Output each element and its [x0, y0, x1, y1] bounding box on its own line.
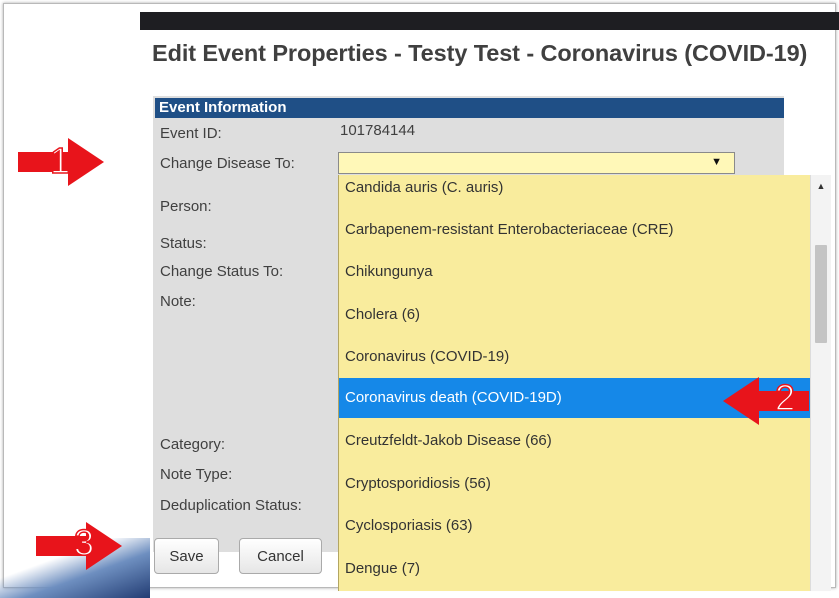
step-2-number: 2: [774, 376, 796, 419]
dropdown-option[interactable]: Cholera (6): [339, 298, 811, 332]
cancel-button[interactable]: Cancel: [239, 538, 322, 574]
event-id-label: Event ID:: [160, 125, 222, 142]
arrow-left-icon: [723, 377, 809, 425]
dropdown-scrollbar[interactable]: ▲: [810, 175, 831, 591]
person-label: Person:: [160, 198, 212, 215]
scroll-thumb[interactable]: [815, 245, 827, 343]
dropdown-option[interactable]: Creutzfeldt-Jakob Disease (66): [339, 424, 811, 458]
dropdown-option[interactable]: Cyclosporiasis (63): [339, 509, 811, 543]
event-id-value: 101784144: [340, 122, 416, 139]
change-disease-select[interactable]: ▼: [338, 152, 735, 174]
change-status-label: Change Status To:: [160, 263, 284, 280]
dropdown-option[interactable]: Dengue (7): [339, 552, 811, 586]
dropdown-option[interactable]: Cryptosporidiosis (56): [339, 467, 811, 501]
step-1-number: 1: [49, 139, 71, 182]
change-disease-label: Change Disease To:: [160, 155, 295, 172]
category-label: Category:: [160, 436, 226, 453]
dedup-status-label: Deduplication Status:: [160, 497, 302, 514]
note-type-label: Note Type:: [160, 466, 233, 483]
chevron-down-icon: ▼: [711, 156, 722, 168]
dropdown-option[interactable]: Chikungunya: [339, 255, 811, 289]
page-title: Edit Event Properties - Testy Test - Cor…: [152, 40, 808, 66]
status-label: Status:: [160, 235, 207, 252]
section-header: Event Information: [155, 98, 784, 118]
dropdown-option[interactable]: Carbapenem-resistant Enterobacteriaceae …: [339, 213, 811, 247]
top-bar: [140, 12, 839, 30]
note-label: Note:: [160, 293, 196, 310]
step-3-number: 3: [73, 521, 95, 564]
dropdown-option[interactable]: Coronavirus (COVID-19): [339, 340, 811, 374]
scroll-up-icon[interactable]: ▲: [811, 181, 831, 191]
dropdown-option[interactable]: Candida auris (C. auris): [339, 175, 811, 205]
save-button[interactable]: Save: [154, 538, 219, 574]
